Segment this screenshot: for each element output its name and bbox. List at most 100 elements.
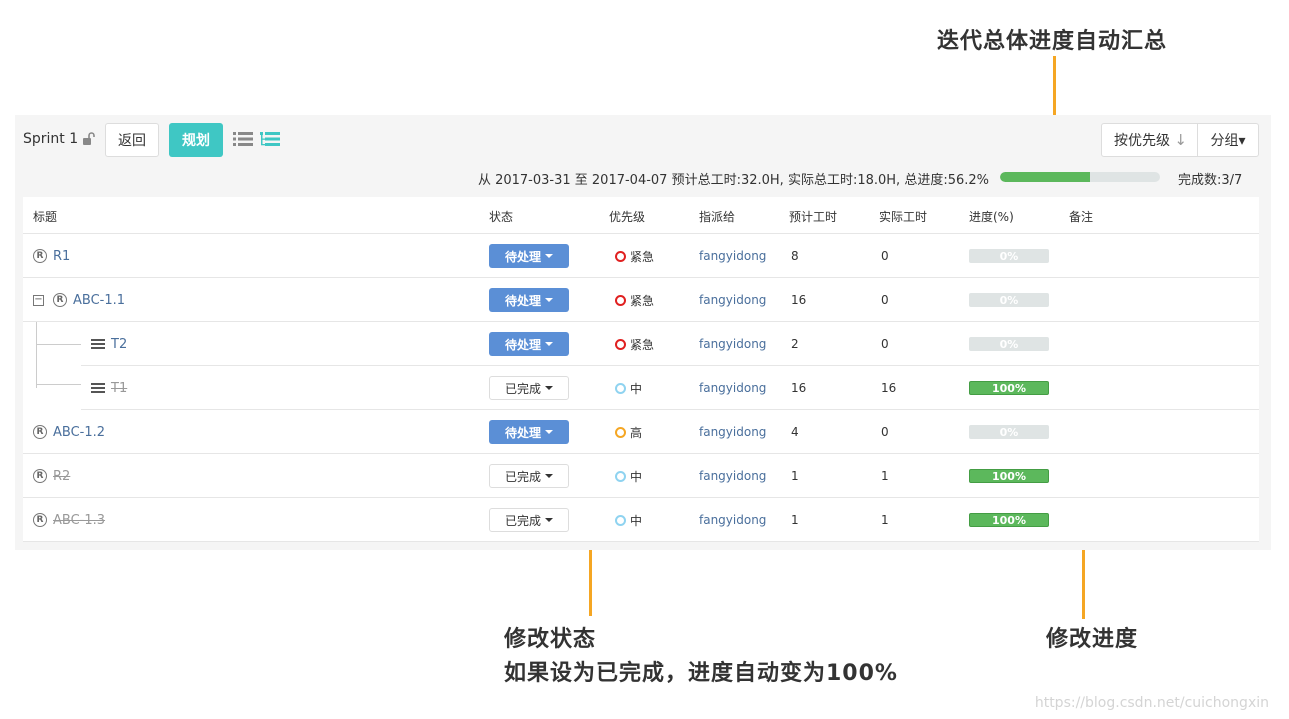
table-row: R ABC-1.3 已完成 中 fangyidong 1 1 100%: [23, 498, 1259, 542]
progress-badge[interactable]: 0%: [969, 337, 1049, 351]
priority-label: 紧急: [630, 293, 655, 308]
estimated-hours[interactable]: 8: [791, 234, 799, 278]
tree-connector: [36, 344, 81, 345]
sort-label: 按优先级: [1114, 133, 1170, 149]
assignee-link[interactable]: fangyidong: [699, 278, 766, 322]
priority-dot-icon: [615, 250, 626, 262]
title-cell: T2: [91, 322, 127, 366]
annotation-status-desc: 如果设为已完成，进度自动变为100%: [504, 661, 898, 686]
item-title-link[interactable]: ABC-1.2: [53, 425, 105, 440]
unlock-icon[interactable]: [82, 132, 96, 146]
sprint-name: Sprint 1: [23, 131, 79, 147]
actual-hours[interactable]: 0: [881, 322, 889, 366]
tree-connector: [36, 322, 37, 388]
status-dropdown[interactable]: 已完成: [489, 508, 569, 532]
priority-cell: 中: [615, 498, 642, 542]
title-cell: − R ABC-1.1: [33, 278, 125, 322]
status-dropdown[interactable]: 已完成: [489, 376, 569, 400]
assignee-link[interactable]: fangyidong: [699, 234, 766, 278]
estimated-hours[interactable]: 1: [791, 498, 799, 542]
estimated-hours[interactable]: 2: [791, 322, 799, 366]
item-title-link[interactable]: T1: [111, 381, 127, 396]
overall-progress-fill: [1000, 172, 1090, 182]
back-button[interactable]: 返回: [105, 123, 159, 157]
header-remarks: 备注: [1069, 210, 1094, 224]
priority-dot-icon: [615, 382, 626, 394]
status-dropdown[interactable]: 待处理: [489, 244, 569, 268]
actual-hours[interactable]: 1: [881, 454, 889, 498]
title-cell: R ABC-1.2: [33, 410, 105, 454]
header-actual: 实际工时: [879, 210, 928, 224]
estimated-hours[interactable]: 16: [791, 278, 806, 322]
caret-down-icon: [545, 254, 553, 258]
sort-by-priority-button[interactable]: 按优先级 ↓: [1101, 123, 1198, 157]
status-dropdown[interactable]: 待处理: [489, 332, 569, 356]
progress-badge[interactable]: 0%: [969, 249, 1049, 263]
assignee-link[interactable]: fangyidong: [699, 410, 766, 454]
assignee-link[interactable]: fangyidong: [699, 322, 766, 366]
progress-badge[interactable]: 100%: [969, 381, 1049, 395]
item-title-link[interactable]: R2: [53, 469, 70, 484]
sort-arrow-icon: ↓: [1174, 131, 1187, 149]
progress-badge[interactable]: 0%: [969, 293, 1049, 307]
priority-cell: 中: [615, 366, 642, 410]
task-table: 标题 状态 优先级 指派给 预计工时 实际工时 进度(%) 备注 R R1 待处理紧…: [23, 197, 1259, 542]
group-dropdown-button[interactable]: 分组▾: [1197, 123, 1259, 157]
progress-cell: 0%: [969, 278, 1049, 322]
actual-hours[interactable]: 16: [881, 366, 896, 410]
table-row: − R ABC-1.1 待处理 紧急 fangyidong 16 0 0%: [23, 278, 1259, 322]
actual-hours[interactable]: 0: [881, 410, 889, 454]
priority-label: 紧急: [630, 337, 655, 352]
table-row: T2 待处理 紧急 fangyidong 2 0 0%: [23, 322, 1259, 366]
header-status: 状态: [489, 210, 514, 224]
estimated-hours[interactable]: 16: [791, 366, 806, 410]
progress-badge[interactable]: 100%: [969, 513, 1049, 527]
assignee-link[interactable]: fangyidong: [699, 498, 766, 542]
item-title-link[interactable]: ABC-1.1: [73, 293, 125, 308]
requirement-icon: R: [33, 249, 47, 263]
assignee-link[interactable]: fangyidong: [699, 366, 766, 410]
tree-view-icon[interactable]: [260, 131, 280, 151]
priority-label: 中: [630, 513, 643, 528]
table-row: R R2 已完成 中 fangyidong 1 1 100%: [23, 454, 1259, 498]
header-progress: 进度(%): [969, 210, 1014, 224]
plan-button[interactable]: 规划: [169, 123, 223, 157]
actual-hours[interactable]: 0: [881, 234, 889, 278]
status-dropdown[interactable]: 待处理: [489, 420, 569, 444]
estimated-hours[interactable]: 4: [791, 410, 799, 454]
priority-dot-icon: [615, 514, 626, 526]
status-label: 已完成: [504, 381, 541, 396]
caret-down-icon: [545, 298, 553, 302]
annotation-status-title: 修改状态: [504, 627, 597, 652]
priority-cell: 紧急: [615, 278, 654, 322]
title-cell: T1: [91, 366, 127, 410]
progress-badge[interactable]: 100%: [969, 469, 1049, 483]
tree-connector: [36, 384, 81, 385]
actual-hours[interactable]: 0: [881, 278, 889, 322]
priority-dot-icon: [615, 338, 626, 350]
title-cell: R R1: [33, 234, 70, 278]
item-title-link[interactable]: ABC-1.3: [53, 513, 105, 528]
overall-progress-bar: [1000, 172, 1160, 182]
annotation-overall-progress: 迭代总体进度自动汇总: [937, 29, 1168, 54]
status-dropdown[interactable]: 待处理: [489, 288, 569, 312]
header-priority: 优先级: [609, 210, 646, 224]
assignee-link[interactable]: fangyidong: [699, 454, 766, 498]
caret-down-icon: [545, 386, 553, 390]
status-dropdown[interactable]: 已完成: [489, 464, 569, 488]
sprint-panel: Sprint 1 返回 规划 按优先级 ↓ 分组▾ 从 2017-03-31 至…: [15, 115, 1271, 550]
table-body: R R1 待处理 紧急 fangyidong 8 0 0% − R ABC-1.1 待处理 紧急 fang…: [23, 234, 1259, 542]
priority-cell: 中: [615, 454, 642, 498]
task-icon: [91, 339, 105, 349]
status-label: 已完成: [504, 513, 541, 528]
actual-hours[interactable]: 1: [881, 498, 889, 542]
item-title-link[interactable]: R1: [53, 249, 70, 264]
list-view-icon[interactable]: [233, 131, 253, 151]
toolbar: Sprint 1 返回 规划 按优先级 ↓ 分组▾: [15, 115, 1271, 165]
collapse-icon[interactable]: −: [33, 294, 44, 306]
estimated-hours[interactable]: 1: [791, 454, 799, 498]
annotation-progress: 修改进度: [1046, 627, 1139, 652]
caret-down-icon: [545, 342, 553, 346]
item-title-link[interactable]: T2: [111, 337, 127, 352]
progress-badge[interactable]: 0%: [969, 425, 1049, 439]
